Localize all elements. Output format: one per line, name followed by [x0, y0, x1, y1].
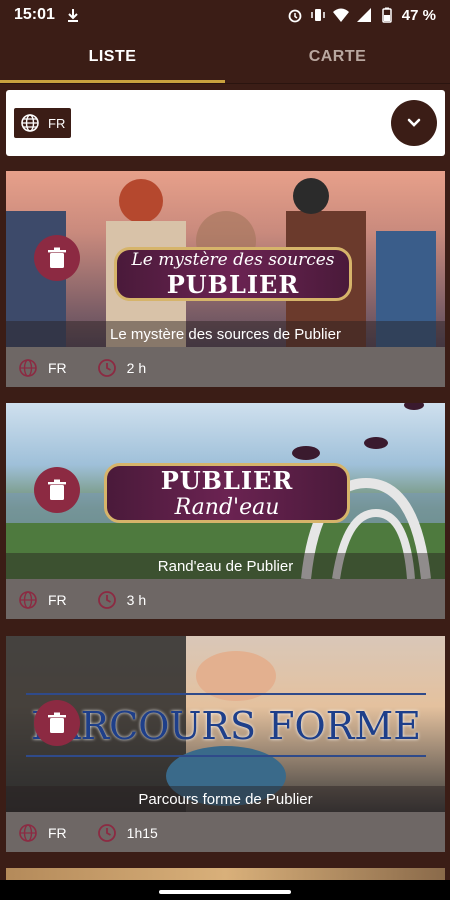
- tour-language: FR: [48, 360, 67, 376]
- language-filter-label: FR: [48, 115, 66, 131]
- filter-bar: FR: [6, 90, 445, 156]
- vibrate-icon: [311, 9, 325, 21]
- tour-card[interactable]: PUBLIER Rand'eau Rand'eau de Publier FR …: [6, 403, 445, 619]
- tour-meta: FR 3 h: [6, 579, 445, 619]
- tour-banner: Le mystère des sources PUBLIER: [114, 247, 352, 301]
- globe-icon: [19, 359, 37, 377]
- download-icon: [67, 9, 78, 22]
- status-bar: 15:01 47 %: [0, 0, 450, 30]
- globe-icon: [19, 824, 37, 842]
- chevron-down-icon: [407, 118, 421, 127]
- tour-card-image: Le mystère des sources PUBLIER Le mystèr…: [6, 171, 445, 347]
- tour-title: Le mystère des sources de Publier: [6, 321, 445, 347]
- tab-liste[interactable]: LISTE: [0, 30, 225, 83]
- trash-icon: [48, 712, 66, 733]
- system-nav-bar: [0, 880, 450, 900]
- battery-icon: [382, 7, 392, 23]
- tour-duration: 3 h: [126, 592, 147, 608]
- tab-carte[interactable]: CARTE: [225, 30, 450, 83]
- tour-duration: 1h15: [126, 825, 158, 841]
- battery-percent: 47 %: [401, 6, 436, 24]
- globe-icon: [19, 591, 37, 609]
- clock-icon: [97, 591, 116, 609]
- tour-card-partial[interactable]: [6, 868, 445, 880]
- tour-banner: PARCOURS FORME: [31, 704, 421, 748]
- delete-button[interactable]: [34, 700, 80, 746]
- globe-icon: [21, 114, 39, 132]
- tour-card-image: PARCOURS FORME Parcours forme de Publier: [6, 636, 445, 812]
- tour-card-image: PUBLIER Rand'eau Rand'eau de Publier: [6, 403, 445, 579]
- banner-line-2: Rand'eau: [174, 495, 280, 520]
- tour-language: FR: [48, 825, 67, 841]
- clock-icon: [97, 824, 116, 842]
- banner-line-2: PUBLIER: [166, 269, 300, 299]
- expand-filter-button[interactable]: [391, 100, 437, 146]
- tour-title: Rand'eau de Publier: [6, 553, 445, 579]
- delete-button[interactable]: [34, 235, 80, 281]
- delete-button[interactable]: [34, 467, 80, 513]
- tour-language: FR: [48, 592, 67, 608]
- clock-icon: [97, 359, 116, 377]
- tour-card[interactable]: Le mystère des sources PUBLIER Le mystèr…: [6, 171, 445, 387]
- tour-meta: FR 2 h: [6, 347, 445, 387]
- signal-icon: [356, 8, 371, 22]
- tour-card[interactable]: PARCOURS FORME Parcours forme de Publier…: [6, 636, 445, 852]
- trash-icon: [48, 479, 66, 500]
- tour-duration: 2 h: [126, 360, 147, 376]
- language-filter-chip[interactable]: FR: [14, 108, 72, 138]
- tour-banner: PUBLIER Rand'eau: [104, 463, 350, 523]
- tab-bar: LISTE CARTE: [0, 30, 450, 84]
- home-handle[interactable]: [159, 890, 291, 894]
- trash-icon: [48, 247, 66, 268]
- tour-title: Parcours forme de Publier: [6, 786, 445, 812]
- banner-line-1: PUBLIER: [160, 466, 294, 495]
- wifi-icon: [332, 8, 349, 22]
- tour-meta: FR 1h15: [6, 812, 445, 852]
- status-time: 15:01: [14, 6, 55, 23]
- alarm-icon: [288, 9, 302, 23]
- banner-line-1: Le mystère des sources: [131, 249, 335, 270]
